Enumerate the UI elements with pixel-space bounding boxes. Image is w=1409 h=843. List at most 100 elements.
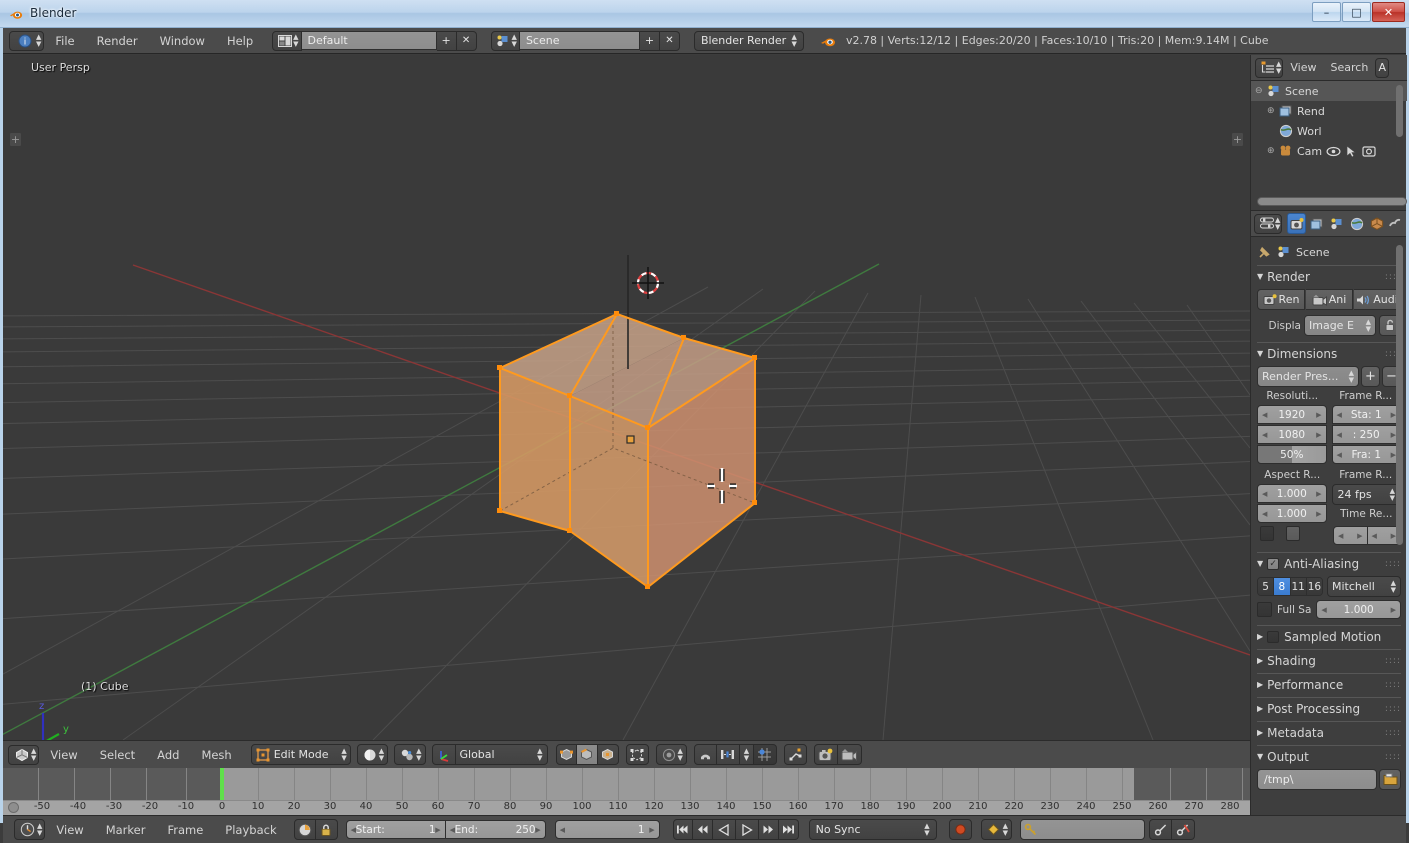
snap-toggle-button[interactable]	[693, 744, 717, 765]
menu-render[interactable]: Render	[86, 28, 149, 54]
frame-rate-selector[interactable]: 24 fps ▲ ▼	[1331, 484, 1401, 505]
scene-add-button[interactable]: +	[639, 30, 660, 51]
info-editor-type-selector[interactable]: i ▲ ▼	[9, 30, 45, 51]
timeline-menu-marker[interactable]: Marker	[95, 817, 157, 843]
renderability-camera-icon[interactable]	[1362, 145, 1376, 157]
panel-header-performance[interactable]: ▶ Performance ::::	[1257, 673, 1401, 695]
limit-selection-visible-button[interactable]	[625, 744, 649, 765]
frame-start-prop-field[interactable]: ◀ Sta: 1 ▶	[1331, 405, 1401, 424]
aa-sample-5[interactable]: 5	[1258, 578, 1275, 595]
output-path-field[interactable]: /tmp\	[1257, 769, 1377, 790]
viewport-shading-selector[interactable]: ▲ ▼	[356, 744, 389, 765]
scene-delete-button[interactable]: ✕	[659, 30, 680, 51]
menu-window[interactable]: Window	[149, 28, 216, 54]
tab-object[interactable]	[1367, 213, 1386, 234]
outliner-editor[interactable]: ▲ ▼ View Search A ⊖ Scene ⊕ Rend Worl ⊕ …	[1250, 55, 1407, 210]
resolution-y-field[interactable]: ◀ 1080 ▶	[1257, 425, 1327, 444]
viewport-menu-add[interactable]: Add	[146, 742, 190, 768]
sampled-motion-blur-checkbox[interactable]	[1267, 630, 1280, 643]
snap-grid-button[interactable]	[753, 744, 777, 765]
outliner-menu-overflow[interactable]: A	[1375, 57, 1390, 78]
resolution-percentage-slider[interactable]: 50%	[1257, 445, 1327, 464]
lock-timeline-button[interactable]	[315, 819, 338, 840]
jump-to-end-button[interactable]	[778, 819, 799, 840]
properties-region-expand-handle[interactable]: +	[1231, 132, 1244, 147]
render-audio-button[interactable]: Audi	[1354, 289, 1401, 310]
time-remap-old-field[interactable]: ◀ ▶	[1333, 526, 1368, 545]
tab-world[interactable]	[1347, 213, 1366, 234]
render-animation-button-prop[interactable]: Ani	[1306, 289, 1353, 310]
screen-layout-name-field[interactable]: Default	[301, 31, 437, 50]
full-sample-checkbox[interactable]	[1257, 602, 1272, 617]
outliner-editor-type-selector[interactable]: ▲ ▼	[1255, 57, 1284, 78]
panel-header-sampled-motion-blur[interactable]: ▶ Sampled Motion	[1257, 625, 1401, 647]
keying-set-field[interactable]	[1020, 819, 1145, 840]
insert-keyframe-button[interactable]	[1149, 819, 1172, 840]
interaction-mode-selector[interactable]: Edit Mode ▲ ▼	[250, 744, 351, 765]
viewport-editor-type-selector[interactable]: ▲ ▼	[8, 744, 40, 765]
outliner-row-scene[interactable]: ⊖ Scene	[1251, 81, 1407, 101]
face-select-mode-button[interactable]	[597, 744, 619, 765]
menu-help[interactable]: Help	[216, 28, 264, 54]
properties-editor[interactable]: ▲ ▼ Scene ▼ Render:::: Ren Ani Audi Dis…	[1250, 210, 1406, 815]
tab-render[interactable]	[1287, 213, 1307, 234]
render-preset-selector[interactable]: Render Pres... ▲ ▼	[1257, 366, 1359, 387]
window-maximize-button[interactable]: □	[1342, 2, 1371, 22]
outliner-row-render-layers[interactable]: ⊕ Rend	[1251, 101, 1407, 121]
tab-render-layers[interactable]	[1307, 213, 1326, 234]
aspect-y-field[interactable]: ◀ 1.000 ▶	[1257, 504, 1327, 523]
aa-sample-8[interactable]: 8	[1274, 578, 1291, 595]
next-keyframe-button[interactable]	[758, 819, 779, 840]
timeline-editor-type-selector[interactable]: ▲ ▼	[14, 819, 46, 840]
outliner-menu-search[interactable]: Search	[1324, 55, 1376, 81]
keyframe-type-selector[interactable]: ▲ ▼	[980, 819, 1012, 840]
panel-header-shading[interactable]: ▶ Shading ::::	[1257, 649, 1401, 671]
screen-layout-browse-button[interactable]: ▲ ▼	[272, 30, 302, 51]
play-button[interactable]	[735, 819, 759, 840]
outliner-row-camera[interactable]: ⊕ Cam	[1251, 141, 1407, 161]
panel-header-dimensions[interactable]: ▼ Dimensions ::::	[1257, 342, 1401, 364]
render-still-button[interactable]: Ren	[1257, 289, 1305, 310]
timeline-editor[interactable]: -50 -40 -30 -20 -10 0 10 20 30 40 50 60 70 80 90 100 110…	[3, 768, 1250, 815]
outliner-menu-view[interactable]: View	[1283, 55, 1323, 81]
aa-sample-16[interactable]: 16	[1306, 578, 1322, 595]
play-reverse-button[interactable]	[712, 819, 736, 840]
render-image-button[interactable]	[813, 744, 838, 765]
snap-element-button[interactable]	[716, 744, 740, 765]
panel-header-render[interactable]: ▼ Render ::::	[1257, 265, 1401, 287]
panel-header-metadata[interactable]: ▶ Metadata ::::	[1257, 721, 1401, 743]
transform-orientation-icon-box[interactable]	[431, 744, 456, 765]
expand-collapse-icon[interactable]: ⊕	[1267, 146, 1279, 156]
viewport-menu-select[interactable]: Select	[89, 742, 146, 768]
render-animation-button[interactable]	[837, 744, 862, 765]
aa-size-field[interactable]: ◀ 1.000 ▶	[1316, 600, 1401, 619]
timeline-menu-frame[interactable]: Frame	[156, 817, 214, 843]
anti-aliasing-checkbox[interactable]: ✓	[1267, 557, 1280, 570]
properties-editor-type-selector[interactable]: ▲ ▼	[1254, 213, 1283, 234]
edge-select-mode-button[interactable]	[576, 744, 598, 765]
auto-keyframe-button[interactable]	[293, 819, 316, 840]
jump-to-start-button[interactable]	[672, 819, 693, 840]
scene-name-field[interactable]: Scene	[519, 31, 640, 50]
timeline-scrollbar-left-handle[interactable]	[8, 802, 19, 813]
expand-collapse-icon[interactable]: ⊖	[1255, 86, 1267, 96]
snap-target-dropdown[interactable]: ▲ ▼	[739, 744, 754, 765]
timeline-menu-view[interactable]: View	[45, 817, 94, 843]
expand-collapse-icon[interactable]: ⊕	[1267, 106, 1279, 116]
pin-icon[interactable]	[1257, 245, 1272, 260]
timeline-menu-playback[interactable]: Playback	[214, 817, 287, 843]
render-engine-selector[interactable]: Blender Render ▲ ▼	[693, 30, 804, 51]
outliner-vertical-scrollbar[interactable]	[1396, 85, 1403, 137]
viewport-menu-view[interactable]: View	[39, 742, 88, 768]
outliner-row-world[interactable]: Worl	[1251, 121, 1407, 141]
window-close-button[interactable]: ✕	[1372, 2, 1405, 22]
aa-filter-selector[interactable]: Mitchell ▲ ▼	[1327, 576, 1401, 597]
aspect-x-field[interactable]: ◀ 1.000 ▶	[1257, 484, 1327, 503]
menu-file[interactable]: File	[44, 28, 85, 54]
panel-header-anti-aliasing[interactable]: ▼ ✓ Anti-Aliasing ::::	[1257, 552, 1401, 574]
sync-mode-selector[interactable]: No Sync ▲ ▼	[808, 819, 937, 840]
delete-keyframe-button[interactable]	[1172, 819, 1195, 840]
window-minimize-button[interactable]: –	[1312, 2, 1341, 22]
resolution-x-field[interactable]: ◀ 1920 ▶	[1257, 405, 1327, 424]
panel-header-post-processing[interactable]: ▶ Post Processing ::::	[1257, 697, 1401, 719]
